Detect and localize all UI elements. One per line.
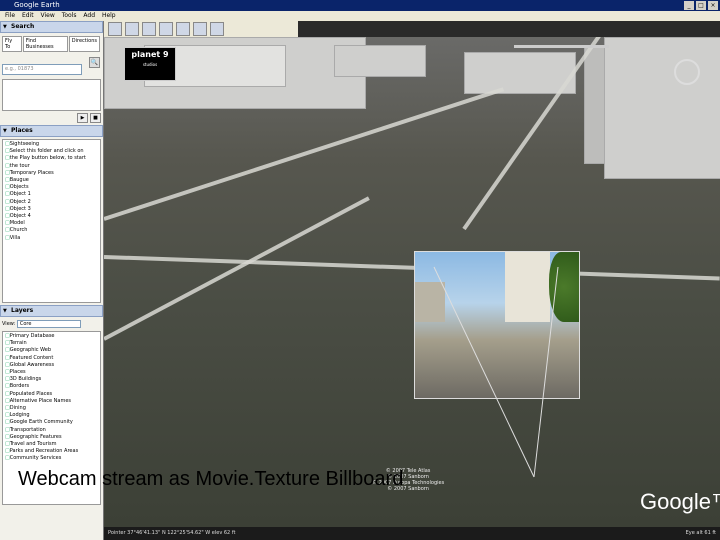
search-controls: ▶ ■ bbox=[2, 113, 101, 123]
window-title: Google Earth bbox=[14, 1, 60, 9]
search-button[interactable]: 🔍 bbox=[89, 57, 101, 68]
layers-view-label: View: bbox=[2, 321, 16, 327]
tab-fly-to[interactable]: Fly To bbox=[2, 36, 22, 52]
email-icon[interactable] bbox=[193, 22, 207, 36]
tab-directions[interactable]: Directions bbox=[68, 36, 100, 52]
menu-bar: File Edit View Tools Add Help bbox=[0, 11, 720, 21]
search-results bbox=[2, 79, 101, 111]
status-bar: Pointer 37°46'41.13" N 122°25'54.62" W e… bbox=[104, 527, 720, 540]
hide-sidebar-icon[interactable] bbox=[108, 22, 122, 36]
places-item[interactable]: Objects bbox=[5, 184, 98, 191]
search-tabs: Fly To Find Businesses Directions bbox=[2, 36, 101, 52]
layer-item[interactable]: Geographic Web bbox=[5, 347, 98, 354]
menu-view[interactable]: View bbox=[41, 12, 55, 19]
places-item[interactable]: Object 3 bbox=[5, 206, 98, 213]
pointer-coordinates: Pointer 37°46'41.13" N 122°25'54.62" W e… bbox=[108, 530, 236, 536]
placemark-icon[interactable] bbox=[125, 22, 139, 36]
layers-view-select[interactable]: Core bbox=[16, 320, 81, 328]
pole-line-left bbox=[433, 266, 535, 478]
layer-item[interactable]: Populated Places bbox=[5, 391, 98, 398]
minimize-button[interactable]: _ bbox=[684, 1, 694, 10]
layer-item[interactable]: Parks and Recreation Areas bbox=[5, 448, 98, 455]
layer-item[interactable]: Travel and Tourism bbox=[5, 441, 98, 448]
tab-find-businesses[interactable]: Find Businesses bbox=[22, 36, 68, 52]
layer-item[interactable]: Terrain bbox=[5, 340, 98, 347]
layer-item[interactable]: 3D Buildings bbox=[5, 376, 98, 383]
places-item[interactable]: Object 4 bbox=[5, 213, 98, 220]
places-item: the tour bbox=[5, 163, 98, 170]
path-icon[interactable] bbox=[159, 22, 173, 36]
layer-item[interactable]: Community Services bbox=[5, 455, 98, 462]
sidebar: Search Fly To Find Businesses Directions… bbox=[0, 21, 104, 540]
print-icon[interactable] bbox=[210, 22, 224, 36]
layer-item[interactable]: Google Earth Community bbox=[5, 419, 98, 426]
layer-item[interactable]: Geographic Features bbox=[5, 434, 98, 441]
layer-item[interactable]: Alternative Place Names bbox=[5, 398, 98, 405]
layer-item[interactable]: Primary Database bbox=[5, 333, 98, 340]
places-item[interactable]: Church bbox=[5, 227, 98, 234]
places-item[interactable]: Object 1 bbox=[5, 191, 98, 198]
billboard-pole bbox=[433, 266, 559, 478]
layers-view-row: View: Core bbox=[2, 320, 101, 328]
menu-tools[interactable]: Tools bbox=[62, 12, 77, 19]
places-panel-header[interactable]: Places bbox=[0, 125, 103, 137]
layer-item[interactable]: Featured Content bbox=[5, 355, 98, 362]
layout-button[interactable]: ■ bbox=[90, 113, 101, 123]
layer-item[interactable]: Places bbox=[5, 369, 98, 376]
places-item[interactable]: Sightseeing bbox=[5, 141, 98, 148]
places-item[interactable]: Model bbox=[5, 220, 98, 227]
eye-altitude: Eye alt 61 ft bbox=[685, 530, 716, 536]
pole-line-right bbox=[533, 266, 559, 478]
menu-add[interactable]: Add bbox=[83, 12, 95, 19]
places-item[interactable]: Baugue bbox=[5, 177, 98, 184]
layer-item[interactable]: Dining bbox=[5, 405, 98, 412]
places-item[interactable]: Object 2 bbox=[5, 199, 98, 206]
places-item: the Play button below, to start bbox=[5, 155, 98, 162]
layer-item[interactable]: Borders bbox=[5, 383, 98, 390]
layers-panel-header[interactable]: Layers bbox=[0, 305, 103, 317]
menu-edit[interactable]: Edit bbox=[22, 12, 34, 19]
places-item: Select this folder and click on bbox=[5, 148, 98, 155]
image-overlay-icon[interactable] bbox=[176, 22, 190, 36]
layer-item[interactable]: Global Awareness bbox=[5, 362, 98, 369]
close-button[interactable]: × bbox=[708, 1, 718, 10]
search-panel-header[interactable]: Search bbox=[0, 21, 103, 33]
menu-file[interactable]: File bbox=[5, 12, 15, 19]
caption-overlay: Webcam stream as Movie.Texture Billboard bbox=[18, 468, 404, 490]
places-item[interactable]: Villa bbox=[5, 235, 98, 242]
layer-item[interactable]: Transportation bbox=[5, 427, 98, 434]
polygon-icon[interactable] bbox=[142, 22, 156, 36]
places-tree: Sightseeing Select this folder and click… bbox=[2, 139, 101, 303]
layer-item[interactable]: Lodging bbox=[5, 412, 98, 419]
maximize-button[interactable]: □ bbox=[696, 1, 706, 10]
search-input[interactable]: e.g., 01873 bbox=[2, 64, 82, 75]
map-toolbar bbox=[104, 21, 298, 37]
earth-3d-view[interactable]: planet 9 studios Google™ © 2007 Tele Atl… bbox=[104, 37, 720, 527]
title-bar: Google Earth _ □ × bbox=[0, 0, 720, 11]
play-button[interactable]: ▶ bbox=[77, 113, 88, 123]
menu-help[interactable]: Help bbox=[102, 12, 116, 19]
places-item[interactable]: Temporary Places bbox=[5, 170, 98, 177]
google-logo: Google™ bbox=[640, 489, 720, 514]
